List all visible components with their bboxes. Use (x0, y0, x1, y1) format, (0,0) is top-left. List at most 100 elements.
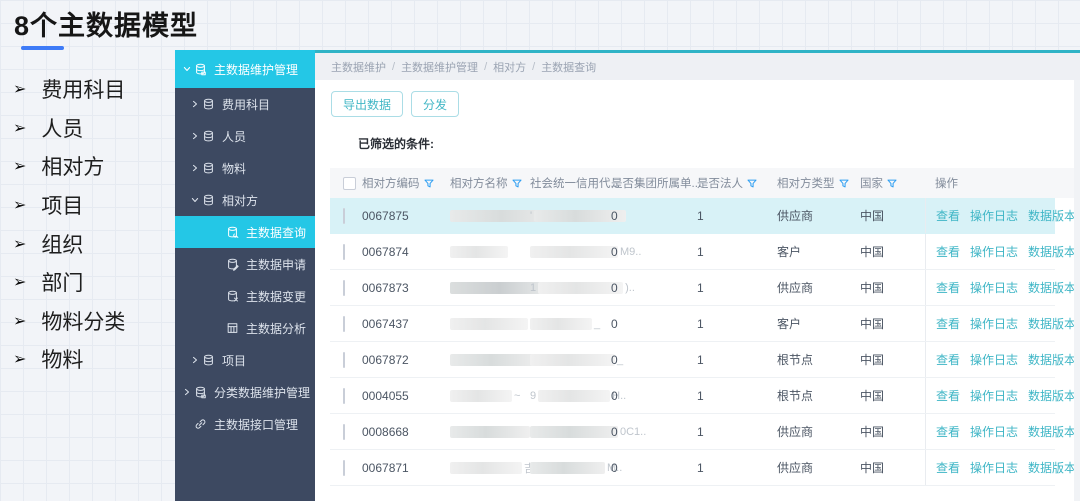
sidebar-item-项目[interactable]: 项目 (175, 344, 315, 376)
sidebar-item-物料[interactable]: 物料 (175, 152, 315, 184)
chevron-right-icon[interactable] (189, 131, 201, 141)
data-version-link[interactable]: 数据版本 (1028, 423, 1076, 440)
list-item: ➢人员 (13, 109, 125, 148)
table-row[interactable]: 0067437-_01客户中国查看操作日志数据版本 (330, 306, 1055, 342)
operation-log-link[interactable]: 操作日志 (970, 423, 1018, 440)
operation-log-link[interactable]: 操作日志 (970, 459, 1018, 476)
chevron-right-icon (181, 419, 193, 429)
partner-name-cell: - (444, 318, 524, 330)
credit-code-fragment: 9 (530, 390, 536, 402)
view-link[interactable]: 查看 (936, 279, 960, 296)
sidebar-item-相对方[interactable]: 相对方 (175, 184, 315, 216)
table-row[interactable]: 0067872L._01根节点中国查看操作日志数据版本 (330, 342, 1055, 378)
sidebar-item-人员[interactable]: 人员 (175, 120, 315, 152)
partner-code-cell: 0067437 (358, 317, 444, 331)
view-link[interactable]: 查看 (936, 207, 960, 224)
sidebar-item-主数据分析[interactable]: 主数据分析 (175, 312, 315, 344)
filter-icon[interactable] (512, 179, 522, 188)
data-version-link[interactable]: 数据版本 (1028, 207, 1076, 224)
breadcrumb-part[interactable]: 相对方 (493, 59, 526, 75)
export-data-button[interactable]: 导出数据 (331, 91, 403, 117)
row-actions-cell: 查看操作日志数据版本 (925, 306, 1055, 341)
partner-table: 相对方编码相对方名称社会统一信用代...是否集团所属单...是否法人相对方类型国… (330, 168, 1078, 486)
view-link[interactable]: 查看 (936, 387, 960, 404)
sidebar-item-主数据查询[interactable]: 主数据查询 (175, 216, 315, 248)
data-version-link[interactable]: 数据版本 (1028, 315, 1076, 332)
arrow-bullet-icon: ➢ (13, 272, 26, 292)
model-bullet-list: ➢费用科目➢人员➢相对方➢项目➢组织➢部门➢物料分类➢物料 (13, 70, 125, 379)
column-header-legal: 是否法人 (690, 175, 770, 191)
operation-log-link[interactable]: 操作日志 (970, 351, 1018, 368)
bullet-label: 部门 (41, 267, 83, 297)
filter-icon[interactable] (424, 179, 434, 188)
sidebar-item-主数据接口管理[interactable]: 主数据接口管理 (175, 408, 315, 440)
credit-code-cell: 0C1.. (524, 426, 604, 438)
column-label: 相对方名称 (450, 175, 508, 191)
sidebar-item-主数据维护管理[interactable]: 主数据维护管理 (175, 50, 315, 88)
country-cell: 中国 (852, 243, 925, 260)
country-cell: 中国 (852, 459, 925, 476)
data-version-link[interactable]: 数据版本 (1028, 351, 1076, 368)
operation-log-link[interactable]: 操作日志 (970, 243, 1018, 260)
table-row[interactable]: 0004055~9H..01根节点中国查看操作日志数据版本 (330, 378, 1055, 414)
row-checkbox[interactable] (343, 316, 345, 332)
operation-log-link[interactable]: 操作日志 (970, 207, 1018, 224)
distribute-button[interactable]: 分发 (411, 91, 459, 117)
group-flag-cell: 0 (604, 245, 690, 259)
chevron-right-icon[interactable] (181, 387, 193, 397)
column-label: 国家 (860, 175, 883, 191)
filter-icon[interactable] (839, 179, 849, 188)
chevron-down-icon[interactable] (181, 64, 193, 74)
partner-name-fragment: ~ (514, 390, 520, 402)
partner-type-cell: 客户 (770, 243, 852, 260)
credit-code-cell: M9.. (524, 246, 604, 258)
table-row[interactable]: 0067875l..'01供应商中国查看操作日志数据版本 (330, 198, 1055, 234)
breadcrumb-part[interactable]: 主数据维护管理 (401, 59, 478, 75)
view-link[interactable]: 查看 (936, 423, 960, 440)
group-flag-cell: 0 (604, 461, 690, 475)
chevron-right-icon[interactable] (189, 163, 201, 173)
chevron-down-icon[interactable] (189, 195, 201, 205)
sidebar-item-主数据变更[interactable]: 主数据变更 (175, 280, 315, 312)
table-row[interactable]: 0008668(..0C1..01供应商中国查看操作日志数据版本 (330, 414, 1055, 450)
operation-log-link[interactable]: 操作日志 (970, 279, 1018, 296)
view-link[interactable]: 查看 (936, 243, 960, 260)
chevron-right-icon[interactable] (189, 99, 201, 109)
sidebar-item-label: 主数据变更 (246, 288, 306, 305)
row-checkbox[interactable] (343, 280, 345, 296)
partner-type-cell: 根节点 (770, 387, 852, 404)
row-checkbox-cell (330, 425, 358, 439)
row-checkbox[interactable] (343, 208, 345, 224)
select-all-checkbox[interactable] (343, 177, 356, 190)
row-checkbox[interactable] (343, 388, 345, 404)
credit-code-fragment: 1 (530, 282, 536, 294)
table-row[interactable]: 0067874M9..01客户中国查看操作日志数据版本 (330, 234, 1055, 270)
row-checkbox[interactable] (343, 424, 345, 440)
credit-code-redacted-block (530, 462, 605, 474)
view-link[interactable]: 查看 (936, 351, 960, 368)
row-checkbox[interactable] (343, 244, 345, 260)
view-link[interactable]: 查看 (936, 459, 960, 476)
table-row[interactable]: 0067871吉M..01供应商中国查看操作日志数据版本 (330, 450, 1055, 486)
data-version-link[interactable]: 数据版本 (1028, 387, 1076, 404)
filter-icon[interactable] (887, 179, 897, 188)
data-version-link[interactable]: 数据版本 (1028, 243, 1076, 260)
filter-icon[interactable] (747, 179, 757, 188)
data-version-link[interactable]: 数据版本 (1028, 279, 1076, 296)
row-checkbox[interactable] (343, 352, 345, 368)
row-checkbox[interactable] (343, 460, 345, 476)
table-row[interactable]: 0067873L.1)..01供应商中国查看操作日志数据版本 (330, 270, 1055, 306)
operation-log-link[interactable]: 操作日志 (970, 387, 1018, 404)
group-flag-cell: 0 (604, 281, 690, 295)
data-version-link[interactable]: 数据版本 (1028, 459, 1076, 476)
breadcrumb-part[interactable]: 主数据查询 (541, 59, 596, 75)
sidebar-item-label: 人员 (222, 128, 246, 145)
sidebar-item-费用科目[interactable]: 费用科目 (175, 88, 315, 120)
operation-log-link[interactable]: 操作日志 (970, 315, 1018, 332)
breadcrumb-part[interactable]: 主数据维护 (331, 59, 386, 75)
view-link[interactable]: 查看 (936, 315, 960, 332)
sidebar-item-主数据申请[interactable]: 主数据申请 (175, 248, 315, 280)
sidebar-item-分类数据维护管理[interactable]: 分类数据维护管理 (175, 376, 315, 408)
partner-type-cell: 客户 (770, 315, 852, 332)
chevron-right-icon[interactable] (189, 355, 201, 365)
